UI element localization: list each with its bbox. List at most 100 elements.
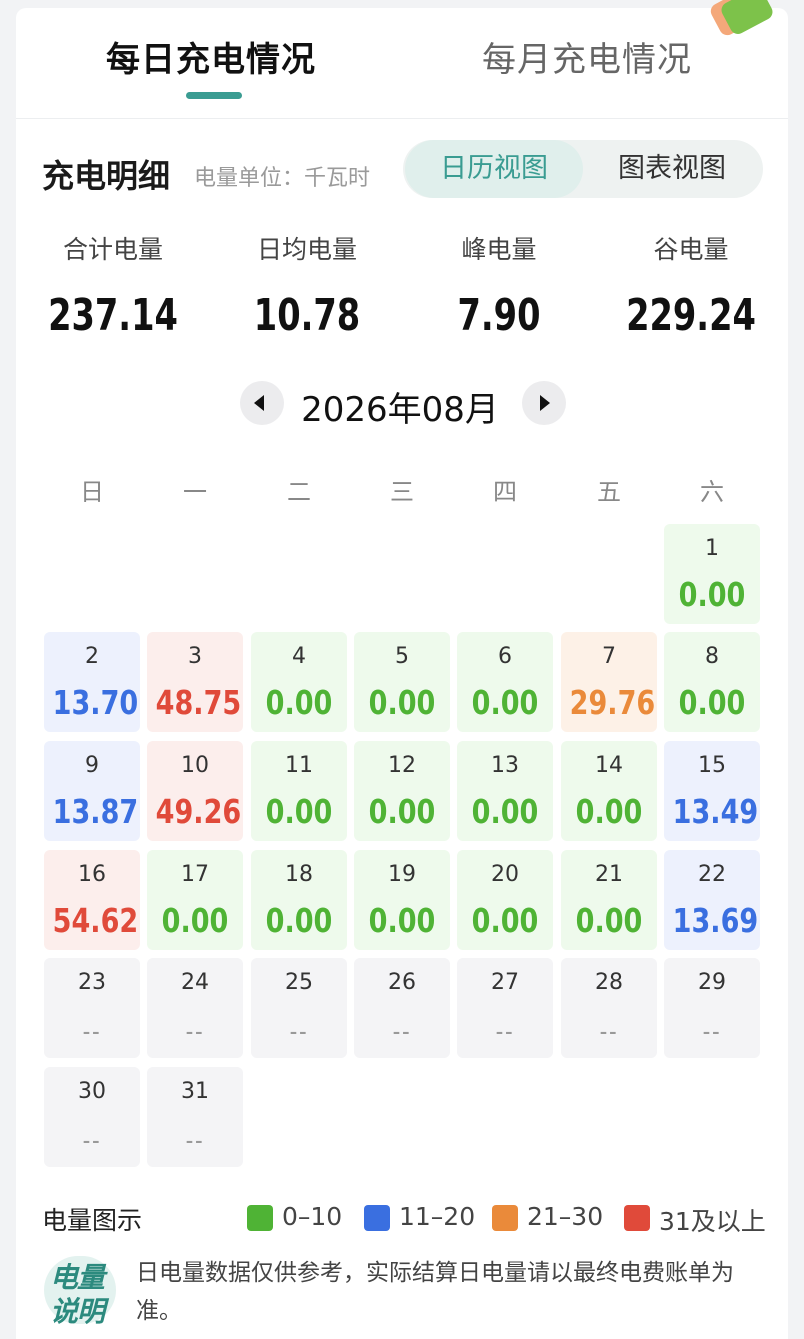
calendar-day-cell[interactable]: 6 0.00 bbox=[457, 632, 553, 732]
month-label: 2026年08月 bbox=[301, 390, 499, 430]
calendar-day-cell[interactable]: 21 0.00 bbox=[561, 850, 657, 950]
weekday-label: 五 bbox=[597, 478, 621, 506]
day-energy-value: 0.00 bbox=[265, 792, 333, 831]
calendar-day-cell[interactable]: 2 13.70 bbox=[44, 632, 140, 732]
tab-monthly[interactable]: 每月充电情况 bbox=[482, 32, 692, 81]
day-energy-value: 0.00 bbox=[368, 792, 436, 831]
day-energy-value: 0.00 bbox=[678, 575, 746, 614]
calendar-day-cell[interactable]: 29 -- bbox=[664, 958, 760, 1058]
stat-valley: 谷电量 229.24 bbox=[601, 230, 781, 341]
day-energy-value: 0.00 bbox=[471, 792, 539, 831]
day-number: 19 bbox=[388, 862, 416, 887]
calendar-day-cell[interactable]: 14 0.00 bbox=[561, 741, 657, 841]
calendar-day-cell[interactable]: 13 0.00 bbox=[457, 741, 553, 841]
calendar-day-cell[interactable]: 4 0.00 bbox=[251, 632, 347, 732]
calendar-day-cell[interactable]: 16 54.62 bbox=[44, 850, 140, 950]
day-energy-value: -- bbox=[495, 1017, 515, 1047]
day-energy-value: 0.00 bbox=[575, 901, 643, 940]
charging-card: 每日充电情况 每月充电情况 充电明细 电量单位：千瓦时 日历视图 图表视图 合计… bbox=[16, 0, 788, 1339]
calendar-day-cell[interactable]: 11 0.00 bbox=[251, 741, 347, 841]
day-number: 16 bbox=[78, 862, 106, 887]
tab-bar: 每日充电情况 每月充电情况 bbox=[16, 8, 788, 119]
legend-label: 31及以上 bbox=[659, 1207, 766, 1236]
calendar-day-cell[interactable]: 28 -- bbox=[561, 958, 657, 1058]
calendar-view-button[interactable]: 日历视图 bbox=[405, 140, 583, 198]
day-number: 15 bbox=[698, 753, 726, 778]
calendar-day-cell[interactable]: 10 49.26 bbox=[147, 741, 243, 841]
weekday-label: 二 bbox=[287, 478, 311, 506]
stat-value: 229.24 bbox=[626, 290, 756, 341]
legend-swatch bbox=[364, 1205, 390, 1231]
calendar-day-cell[interactable]: 26 -- bbox=[354, 958, 450, 1058]
day-number: 18 bbox=[285, 862, 313, 887]
day-number: 24 bbox=[181, 970, 209, 995]
calendar-day-cell[interactable]: 8 0.00 bbox=[664, 632, 760, 732]
unit-label: 电量单位：千瓦时 bbox=[194, 166, 371, 191]
calendar-day-cell[interactable]: 1 0.00 bbox=[664, 524, 760, 624]
tab-indicator bbox=[186, 92, 242, 99]
day-energy-value: 0.00 bbox=[471, 901, 539, 940]
day-energy-value: 0.00 bbox=[368, 901, 436, 940]
day-number: 14 bbox=[595, 753, 623, 778]
day-number: 6 bbox=[498, 644, 512, 669]
calendar-day-cell[interactable]: 22 13.69 bbox=[664, 850, 760, 950]
calendar-day-cell[interactable]: 15 13.49 bbox=[664, 741, 760, 841]
stat-value: 7.90 bbox=[457, 290, 541, 341]
day-energy-value: -- bbox=[392, 1017, 412, 1047]
day-energy-value: -- bbox=[82, 1017, 102, 1047]
day-energy-value: 0.00 bbox=[575, 792, 643, 831]
calendar-day-cell[interactable]: 31 -- bbox=[147, 1067, 243, 1167]
day-number: 9 bbox=[85, 753, 99, 778]
day-number: 25 bbox=[285, 970, 313, 995]
calendar-day-cell[interactable]: 12 0.00 bbox=[354, 741, 450, 841]
legend-title: 电量图示 bbox=[42, 1206, 143, 1235]
calendar-day-cell[interactable]: 5 0.00 bbox=[354, 632, 450, 732]
day-energy-value: 49.26 bbox=[155, 792, 242, 831]
day-number: 28 bbox=[595, 970, 623, 995]
calendar-day-cell[interactable]: 23 -- bbox=[44, 958, 140, 1058]
day-number: 30 bbox=[78, 1079, 106, 1104]
stat-label: 峰电量 bbox=[461, 235, 537, 264]
section-title: 充电明细 bbox=[42, 157, 171, 195]
day-number: 12 bbox=[388, 753, 416, 778]
calendar-day-cell[interactable]: 17 0.00 bbox=[147, 850, 243, 950]
stat-value: 237.14 bbox=[48, 290, 178, 341]
day-energy-value: 13.69 bbox=[672, 901, 759, 940]
calendar-day-cell[interactable]: 18 0.00 bbox=[251, 850, 347, 950]
weekday-label: 一 bbox=[183, 478, 207, 506]
calendar-day-cell[interactable]: 25 -- bbox=[251, 958, 347, 1058]
info-icon: 电量 说明 bbox=[44, 1250, 120, 1328]
calendar-day-cell[interactable]: 30 -- bbox=[44, 1067, 140, 1167]
day-number: 2 bbox=[85, 644, 99, 669]
day-number: 13 bbox=[491, 753, 519, 778]
day-energy-value: 0.00 bbox=[471, 683, 539, 722]
legend-label: 21–30 bbox=[527, 1202, 604, 1231]
disclaimer-text: 日电量数据仅供参考，实际结算日电量请以最终电费账单为准。 bbox=[136, 1260, 734, 1324]
day-number: 8 bbox=[705, 644, 719, 669]
day-number: 11 bbox=[285, 753, 313, 778]
info-icon-text: 说明 bbox=[50, 1295, 105, 1328]
chart-view-button[interactable]: 图表视图 bbox=[583, 140, 761, 198]
day-number: 26 bbox=[388, 970, 416, 995]
calendar-day-cell[interactable]: 7 29.76 bbox=[561, 632, 657, 732]
stat-label: 合计电量 bbox=[62, 235, 163, 264]
legend-label: 0–10 bbox=[282, 1202, 343, 1231]
calendar-day-cell[interactable]: 27 -- bbox=[457, 958, 553, 1058]
tab-daily[interactable]: 每日充电情况 bbox=[106, 32, 316, 81]
chevron-left-icon bbox=[254, 395, 264, 411]
day-number: 23 bbox=[78, 970, 106, 995]
calendar-day-cell[interactable]: 19 0.00 bbox=[354, 850, 450, 950]
calendar-day-cell[interactable]: 20 0.00 bbox=[457, 850, 553, 950]
day-energy-value: -- bbox=[82, 1126, 102, 1156]
next-month-button[interactable] bbox=[522, 381, 566, 425]
weekday-label: 日 bbox=[80, 478, 104, 506]
calendar-day-cell[interactable]: 9 13.87 bbox=[44, 741, 140, 841]
calendar-day-cell[interactable]: 3 48.75 bbox=[147, 632, 243, 732]
day-energy-value: 0.00 bbox=[265, 901, 333, 940]
calendar-day-cell[interactable]: 24 -- bbox=[147, 958, 243, 1058]
day-number: 4 bbox=[292, 644, 306, 669]
day-number: 21 bbox=[595, 862, 623, 887]
day-energy-value: 13.49 bbox=[672, 792, 759, 831]
legend-swatch bbox=[492, 1205, 518, 1231]
prev-month-button[interactable] bbox=[240, 381, 284, 425]
